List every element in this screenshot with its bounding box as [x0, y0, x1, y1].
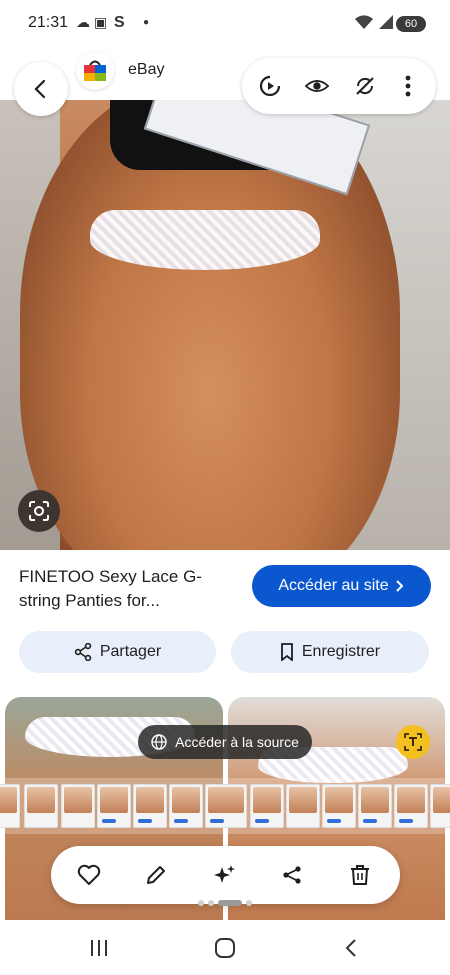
system-nav-bar	[0, 920, 450, 975]
share-image-button[interactable]	[280, 863, 304, 887]
visit-site-label: Accéder au site	[278, 577, 389, 594]
lens-icon	[29, 501, 49, 521]
sparkle-icon	[214, 865, 235, 883]
visit-source-label: Accéder à la source	[175, 734, 299, 750]
home-button[interactable]	[210, 934, 240, 962]
delete-icon	[351, 865, 369, 885]
eye-icon	[305, 80, 329, 92]
favorite-button[interactable]	[77, 863, 101, 887]
thumbnail-strip	[0, 778, 450, 834]
thumbnail[interactable]	[133, 784, 167, 828]
site-name: eBay	[128, 61, 165, 78]
s-app-icon: S	[114, 14, 125, 31]
back-icon	[34, 79, 46, 99]
share-icon	[74, 643, 92, 661]
back-button[interactable]	[14, 62, 68, 116]
thumbnail[interactable]	[97, 784, 131, 828]
visit-source-chip[interactable]: Accéder à la source	[138, 725, 312, 759]
page-dot-active	[218, 900, 242, 906]
edit-icon	[147, 866, 165, 884]
ebay-bag-icon	[84, 60, 106, 81]
signal-icon	[378, 14, 394, 33]
chevron-right-icon	[395, 580, 404, 592]
thumbnail[interactable]	[169, 784, 203, 828]
replay-button[interactable]	[258, 74, 282, 98]
more-options-button[interactable]	[396, 74, 420, 98]
text-lens-badge[interactable]	[396, 725, 430, 759]
sync-button[interactable]	[353, 74, 377, 98]
page-dot	[198, 900, 204, 906]
thumbnail[interactable]	[24, 784, 58, 828]
view-button[interactable]	[305, 74, 329, 98]
heart-icon	[77, 864, 101, 885]
thumbnail[interactable]	[394, 784, 428, 828]
home-icon	[215, 938, 235, 958]
notification-dot-icon: ●	[143, 17, 150, 28]
image-lace	[90, 210, 320, 270]
page-dot	[246, 900, 252, 906]
visit-site-button[interactable]: Accéder au site	[252, 565, 431, 607]
thumbnail[interactable]	[358, 784, 392, 828]
toolbar	[242, 58, 436, 114]
thumbnail[interactable]	[286, 784, 320, 828]
thumbnail[interactable]	[205, 784, 247, 828]
thumbnail[interactable]	[430, 784, 450, 828]
status-bar: 21:31 ☁ ▣ S ● 60	[0, 0, 450, 48]
ai-enhance-button[interactable]	[213, 863, 237, 887]
page-dot	[208, 900, 214, 906]
recents-icon	[91, 940, 107, 956]
thumbnail[interactable]	[250, 784, 284, 828]
share-label: Partager	[99, 643, 162, 660]
status-time: 21:31	[28, 14, 69, 31]
image-action-bar	[51, 846, 400, 904]
wifi-icon	[354, 14, 374, 33]
edit-button[interactable]	[144, 863, 168, 887]
thumbnail[interactable]	[0, 784, 20, 828]
system-back-button[interactable]	[336, 934, 366, 962]
save-button[interactable]: Enregistrer	[231, 631, 429, 673]
thumbnail[interactable]	[61, 784, 95, 828]
site-logo	[76, 52, 114, 90]
weather-icon: ☁	[76, 14, 90, 30]
globe-icon	[151, 734, 167, 750]
bookmark-icon	[280, 643, 293, 661]
screenshot-icon: ▣	[94, 14, 108, 30]
share-icon	[283, 866, 301, 884]
product-title[interactable]: FINETOO Sexy Lace G-string Panties for..…	[19, 565, 239, 613]
save-label: Enregistrer	[301, 643, 381, 660]
thumbnail[interactable]	[322, 784, 356, 828]
more-icon	[405, 75, 411, 97]
replay-icon	[259, 75, 281, 97]
back-icon	[345, 939, 356, 957]
sync-off-icon	[356, 77, 374, 95]
recent-apps-button[interactable]	[84, 934, 114, 962]
lens-search-button[interactable]	[18, 490, 60, 532]
delete-button[interactable]	[348, 863, 372, 887]
share-button[interactable]: Partager	[19, 631, 216, 673]
product-image[interactable]	[0, 100, 450, 550]
text-select-icon	[404, 733, 422, 751]
battery-indicator: 60	[396, 16, 426, 32]
page-indicator	[198, 900, 258, 908]
